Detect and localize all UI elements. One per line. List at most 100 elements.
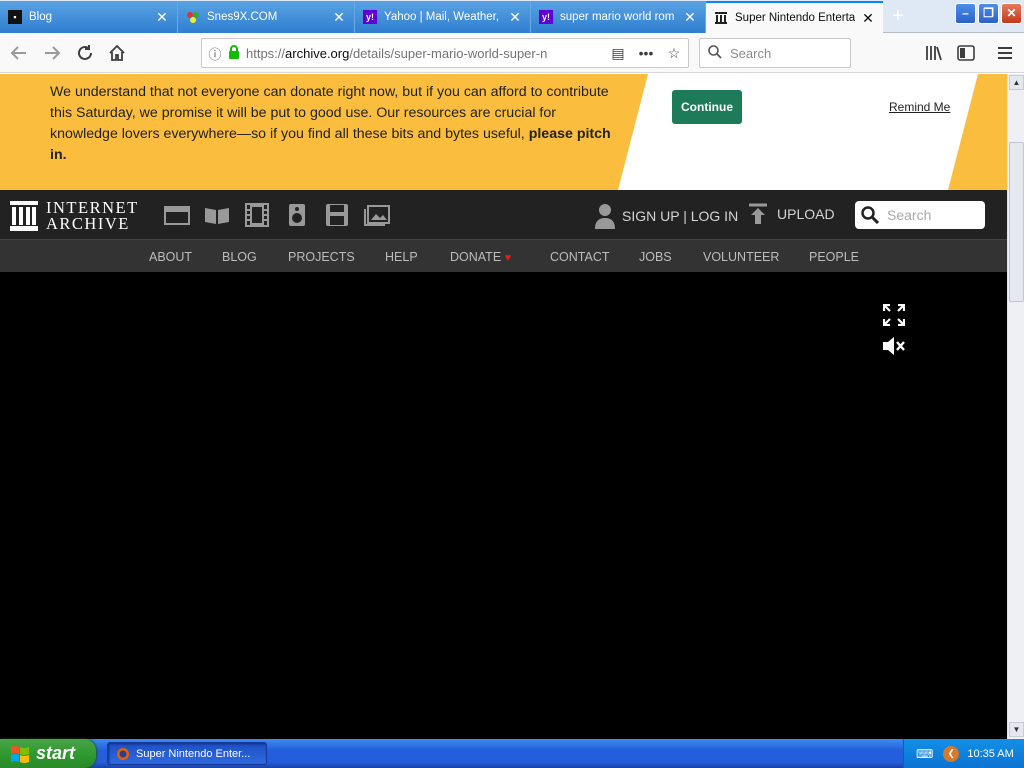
- taskbar-window-title: Super Nintendo Enter...: [136, 747, 251, 760]
- url-text[interactable]: https://archive.org/details/super-mario-…: [246, 46, 604, 61]
- remind-me-link[interactable]: Remind Me: [889, 100, 950, 114]
- ia-search-placeholder: Search: [887, 207, 932, 223]
- page-viewport: We understand that not everyone can dona…: [0, 74, 1007, 739]
- upload-link[interactable]: UPLOAD: [748, 203, 835, 225]
- tab-yahoo[interactable]: y! Yahoo | Mail, Weather, ✕: [355, 1, 531, 33]
- search-placeholder: Search: [730, 45, 772, 61]
- hamburger-menu-icon[interactable]: [993, 41, 1017, 65]
- tab-blog[interactable]: ▪ Blog ✕: [0, 1, 178, 33]
- bookmark-star-icon[interactable]: ☆: [660, 45, 688, 62]
- ia-header: INTERNET ARCHIVE SIGN UP | LOG IN UPLOAD…: [0, 190, 1007, 239]
- close-tab-icon[interactable]: ✕: [332, 9, 346, 26]
- tab-yahoo-search[interactable]: y! super mario world rom ✕: [531, 1, 706, 33]
- nav-about[interactable]: ABOUT: [149, 250, 192, 264]
- close-tab-icon[interactable]: ✕: [861, 10, 875, 27]
- audio-speaker-icon[interactable]: [284, 203, 310, 227]
- url-scheme: https://: [246, 45, 286, 61]
- nav-projects[interactable]: PROJECTS: [288, 250, 355, 264]
- nav-people[interactable]: PEOPLE: [809, 250, 859, 264]
- browser-nav-bar: ⓘ https://archive.org/details/super-mari…: [0, 33, 1024, 73]
- internet-archive-favicon-icon: [714, 11, 728, 25]
- nav-volunteer[interactable]: VOLUNTEER: [703, 250, 779, 264]
- video-film-icon[interactable]: [244, 203, 270, 227]
- system-tray: ⌨ ❮ 10:35 AM: [903, 739, 1024, 768]
- images-icon[interactable]: [364, 203, 390, 227]
- logo-line-2: ARCHIVE: [46, 214, 130, 233]
- library-icon[interactable]: [922, 41, 946, 65]
- taskbar-window-item[interactable]: Super Nintendo Enter...: [107, 742, 267, 765]
- browser-tab-strip: ▪ Blog ✕ Snes9X.COM ✕ y! Yahoo | Mail, W…: [0, 0, 1024, 33]
- tray-expand-icon[interactable]: ❮: [943, 745, 960, 762]
- nav-contact[interactable]: CONTACT: [550, 250, 610, 264]
- donate-banner: We understand that not everyone can dona…: [0, 74, 1007, 190]
- url-path: /details/super-mario-world-super-n: [349, 45, 548, 61]
- tab-title: Blog: [29, 11, 53, 23]
- heart-icon: ♥: [504, 252, 512, 264]
- nav-jobs[interactable]: JOBS: [639, 250, 672, 264]
- info-icon[interactable]: ⓘ: [202, 44, 228, 63]
- sidebar-icon[interactable]: [954, 41, 978, 65]
- logo-text: INTERNET ARCHIVE: [46, 199, 139, 233]
- tab-title: Snes9X.COM: [207, 11, 278, 23]
- yahoo-favicon-icon: y!: [363, 10, 377, 24]
- firefox-icon: [117, 747, 129, 760]
- donate-message: We understand that not everyone can dona…: [50, 82, 615, 166]
- tab-internet-archive[interactable]: Super Nintendo Enterta ✕: [706, 1, 883, 33]
- vertical-scrollbar[interactable]: ▲ ▼: [1007, 74, 1024, 739]
- keyboard-icon[interactable]: ⌨: [916, 747, 933, 761]
- yahoo-favicon-icon: y!: [539, 10, 553, 24]
- reload-icon[interactable]: [73, 41, 97, 65]
- reader-view-icon[interactable]: ▤: [604, 45, 632, 62]
- forward-arrow-icon[interactable]: [40, 41, 64, 65]
- upload-label: UPLOAD: [777, 206, 835, 222]
- nav-blog[interactable]: BLOG: [222, 250, 257, 264]
- close-window-button[interactable]: ✕: [1001, 3, 1022, 24]
- address-bar[interactable]: ⓘ https://archive.org/details/super-mari…: [201, 38, 689, 68]
- close-tab-icon[interactable]: ✕: [508, 9, 522, 26]
- windows-flag-icon: [11, 745, 29, 763]
- ia-search-input[interactable]: Search: [855, 201, 985, 229]
- new-tab-button[interactable]: +: [884, 4, 912, 30]
- start-label: start: [36, 743, 76, 763]
- web-icon[interactable]: [164, 203, 190, 227]
- continue-button[interactable]: Continue: [672, 90, 742, 124]
- fullscreen-icon[interactable]: [883, 304, 905, 326]
- page-actions-icon[interactable]: •••: [632, 45, 660, 61]
- home-icon[interactable]: [105, 41, 129, 65]
- signup-login-link[interactable]: SIGN UP | LOG IN: [594, 203, 738, 229]
- emulator-player[interactable]: [0, 272, 1007, 739]
- ia-nav-bar: ABOUT BLOG PROJECTS HELP DONATE ♥ CONTAC…: [0, 239, 1007, 272]
- tab-title: super mario world rom: [560, 11, 675, 23]
- url-domain: archive.org: [285, 45, 350, 61]
- tab-title: Yahoo | Mail, Weather,: [384, 11, 500, 23]
- back-arrow-icon[interactable]: [7, 41, 31, 65]
- search-icon: [861, 206, 879, 224]
- snes9x-favicon-icon: [186, 10, 200, 24]
- lock-icon[interactable]: [228, 44, 246, 62]
- close-tab-icon[interactable]: ✕: [683, 9, 697, 26]
- tab-snes9x[interactable]: Snes9X.COM ✕: [178, 1, 355, 33]
- nav-donate[interactable]: DONATE ♥: [450, 250, 511, 264]
- scroll-up-arrow-icon[interactable]: ▲: [1009, 75, 1024, 90]
- donate-message-text: We understand that not everyone can dona…: [50, 84, 609, 142]
- nav-help[interactable]: HELP: [385, 250, 418, 264]
- start-button[interactable]: start: [0, 739, 96, 768]
- nav-donate-label: DONATE: [450, 250, 502, 264]
- texts-book-icon[interactable]: [204, 203, 230, 227]
- windows-taskbar: start Super Nintendo Enter... ⌨ ❮ 10:35 …: [0, 739, 1024, 768]
- minimize-button[interactable]: –: [955, 3, 976, 24]
- signup-login-label: SIGN UP | LOG IN: [622, 208, 739, 224]
- software-floppy-icon[interactable]: [324, 203, 350, 227]
- scroll-down-arrow-icon[interactable]: ▼: [1009, 722, 1024, 737]
- scrollbar-thumb[interactable]: [1009, 142, 1024, 302]
- clock: 10:35 AM: [967, 747, 1014, 760]
- close-tab-icon[interactable]: ✕: [155, 9, 169, 26]
- blog-favicon-icon: ▪: [8, 10, 22, 24]
- internet-archive-logo[interactable]: INTERNET ARCHIVE: [10, 199, 139, 233]
- tab-title: Super Nintendo Enterta: [735, 12, 855, 24]
- search-icon: [708, 44, 722, 62]
- maximize-button[interactable]: ❐: [978, 3, 999, 24]
- mute-speaker-icon[interactable]: [882, 335, 906, 357]
- upload-arrow-icon: [749, 203, 767, 224]
- browser-search-input[interactable]: Search: [699, 38, 851, 68]
